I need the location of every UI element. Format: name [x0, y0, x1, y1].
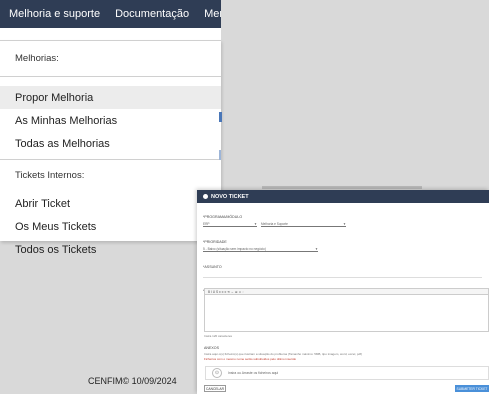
descricao-editor[interactable]: B I U S ≡ ≡ ≡ ⟲ ⇔ ⊞ ☺ ◦ — [204, 288, 489, 332]
background-accent — [219, 112, 222, 122]
background-accent — [219, 150, 221, 160]
nav-item-documentacao[interactable]: Documentação — [115, 8, 189, 20]
new-ticket-panel: NOVO TICKET *PROGRAMA/MÓDULO ERP ▼ Melhor… — [197, 190, 489, 394]
submit-ticket-button[interactable]: SUBMETER TICKET — [455, 385, 489, 392]
cancel-button[interactable]: CANCELAR — [204, 385, 226, 392]
nav-underbar — [0, 28, 221, 40]
programa-label: *PROGRAMA/MÓDULO — [203, 215, 243, 219]
menu-heading-melhorias: Melhorias: — [15, 53, 59, 64]
anexos-label: ANEXOS — [204, 346, 219, 350]
top-navigation: Melhoria e suporte Documentação Menu — [0, 0, 221, 28]
footer-copyright: CENFIM© 10/09/2024 — [88, 376, 177, 386]
anexos-warning: Ficheiros com o mesmo nome serão substit… — [204, 357, 297, 361]
modulo-select[interactable]: Melhoria e Suporte ▼ — [261, 222, 346, 227]
menu-heading-tickets: Tickets Internos: — [15, 169, 85, 181]
char-counter: Insira 120 caracteres — [204, 334, 233, 338]
chevron-down-icon: ▼ — [343, 222, 346, 226]
prioridade-select[interactable]: 5 - Baixo (situação sem impacto no negóc… — [203, 247, 318, 252]
panel-title: NOVO TICKET — [211, 193, 249, 200]
dropdown-menu: Melhorias: Propor Melhoria As Minhas Mel… — [0, 40, 221, 256]
plus-circle-icon — [203, 194, 208, 199]
assunto-label: *ASSUNTO — [203, 265, 222, 269]
menu-item-propor-melhoria[interactable]: Propor Melhoria — [0, 86, 221, 109]
upload-icon: ⊙ — [212, 368, 222, 378]
nav-item-menu[interactable]: Menu — [204, 8, 221, 20]
editor-toolbar[interactable]: B I U S ≡ ≡ ≡ ⟲ ⇔ ⊞ ☺ ◦ — [205, 289, 488, 295]
chevron-down-icon: ▼ — [254, 222, 257, 226]
anexos-hint: Insira aqui o(s) ficheiro(s) que ilustra… — [204, 352, 363, 356]
menu-item-todos-tickets[interactable]: Todos os Tickets — [0, 238, 221, 261]
background-strip — [262, 186, 422, 189]
prioridade-label: *PRIORIDADE — [203, 240, 227, 244]
menu-item-meus-tickets[interactable]: Os Meus Tickets — [0, 215, 221, 238]
menu-item-todas-melhorias[interactable]: Todas as Melhorias — [0, 132, 221, 155]
programa-select[interactable]: ERP ▼ — [203, 222, 257, 227]
chevron-down-icon: ▼ — [315, 247, 318, 251]
file-dropzone[interactable]: ⊙ Insira ou Arraste os ficheiros aqui — [205, 366, 489, 380]
menu-item-minhas-melhorias[interactable]: As Minhas Melhorias — [0, 109, 221, 132]
nav-item-melhoria-suporte[interactable]: Melhoria e suporte — [9, 8, 100, 20]
panel-header: NOVO TICKET — [197, 190, 489, 203]
assunto-input[interactable] — [203, 277, 482, 278]
menu-item-abrir-ticket[interactable]: Abrir Ticket — [0, 192, 221, 215]
